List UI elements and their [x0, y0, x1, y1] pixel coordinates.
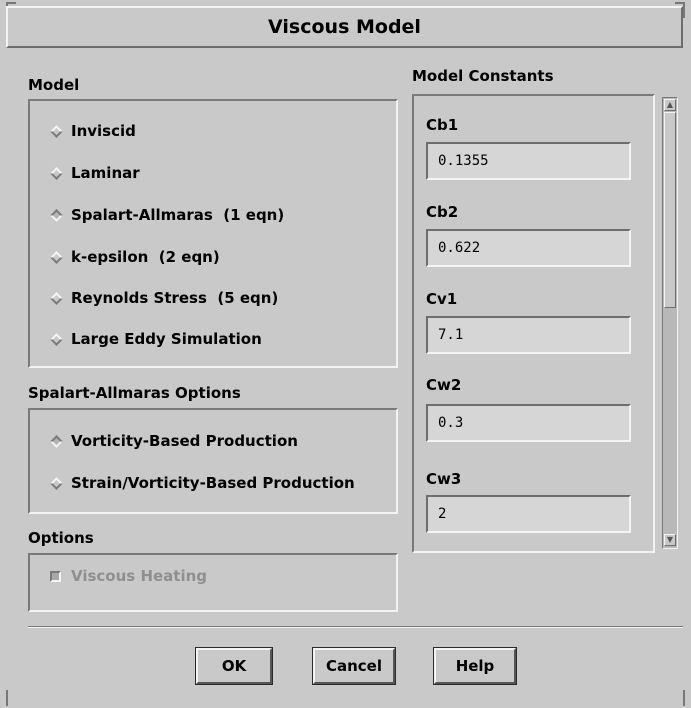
- sa-options-section-label: Spalart-Allmaras Options: [28, 384, 241, 402]
- radio-label: Strain/Vorticity-Based Production: [71, 474, 355, 492]
- radio-indicator-icon: [50, 166, 63, 180]
- window-frame-corner-bottom-right: [683, 690, 685, 706]
- constants-scrollbar[interactable]: ▲ ▼: [662, 97, 678, 549]
- options-section-label: Options: [28, 529, 94, 547]
- radio-indicator-icon: [50, 332, 63, 346]
- radio-label: k-epsilon (2 eqn): [71, 248, 220, 266]
- constant-input-cw2[interactable]: 0.3: [426, 404, 631, 442]
- model-section-label: Model: [28, 76, 80, 94]
- ok-button[interactable]: OK: [195, 647, 273, 685]
- window-frame-edge-top-left: [6, 2, 16, 4]
- radio-indicator-icon: [50, 124, 63, 138]
- radio-indicator-selected-icon: [50, 208, 63, 222]
- constant-input-cw3[interactable]: 2: [426, 495, 631, 533]
- radio-label: Vorticity-Based Production: [71, 432, 298, 450]
- constant-label-cw2: Cw2: [426, 376, 462, 394]
- radio-vorticity-based-production[interactable]: Vorticity-Based Production: [48, 429, 298, 453]
- radio-laminar[interactable]: Laminar: [48, 161, 140, 185]
- radio-large-eddy-simulation[interactable]: Large Eddy Simulation: [48, 327, 262, 351]
- radio-label: Laminar: [71, 164, 140, 182]
- radio-reynolds-stress[interactable]: Reynolds Stress (5 eqn): [48, 286, 278, 310]
- window-frame-corner-bottom-left: [6, 690, 8, 706]
- constant-label-cb1: Cb1: [426, 116, 459, 134]
- scroll-up-arrow-icon[interactable]: ▲: [664, 99, 676, 111]
- constant-label-cb2: Cb2: [426, 203, 459, 221]
- constant-label-cw3: Cw3: [426, 470, 462, 488]
- viscous-model-dialog: Viscous Model Model Inviscid Laminar Spa…: [0, 0, 691, 708]
- help-button[interactable]: Help: [433, 647, 517, 685]
- scroll-down-arrow-icon[interactable]: ▼: [664, 534, 676, 546]
- title-bar[interactable]: Viscous Model: [6, 6, 683, 48]
- sa-options-radio-group: Vorticity-Based Production Strain/Vortic…: [28, 408, 398, 514]
- radio-indicator-icon: [50, 250, 63, 264]
- checkbox-label: Viscous Heating: [71, 567, 208, 585]
- button-separator: [28, 626, 683, 628]
- viscous-heating-checkbox[interactable]: Viscous Heating: [50, 567, 207, 585]
- model-constants-section-label: Model Constants: [412, 67, 554, 85]
- radio-indicator-selected-icon: [50, 434, 63, 448]
- window-frame-corner-top-right: [683, 2, 685, 18]
- radio-label: Inviscid: [71, 122, 136, 140]
- options-group: Viscous Heating: [28, 553, 398, 612]
- radio-k-epsilon[interactable]: k-epsilon (2 eqn): [48, 245, 220, 269]
- model-radio-group: Inviscid Laminar Spalart-Allmaras (1 eqn…: [28, 99, 398, 368]
- radio-label: Reynolds Stress (5 eqn): [71, 289, 279, 307]
- checkbox-indicator-icon: [50, 570, 61, 582]
- window-title: Viscous Model: [268, 16, 421, 38]
- radio-indicator-icon: [50, 476, 63, 490]
- constant-input-cv1[interactable]: 7.1: [426, 316, 631, 354]
- radio-label: Large Eddy Simulation: [71, 330, 262, 348]
- model-constants-panel: Cb1 0.1355 Cb2 0.622 Cv1 7.1 Cw2 0.3 Cw3…: [412, 94, 655, 553]
- constant-input-cb2[interactable]: 0.622: [426, 229, 631, 267]
- radio-spalart-allmaras[interactable]: Spalart-Allmaras (1 eqn): [48, 203, 284, 227]
- radio-strain-vorticity-based-production[interactable]: Strain/Vorticity-Based Production: [48, 471, 355, 495]
- radio-inviscid[interactable]: Inviscid: [48, 119, 136, 143]
- constant-label-cv1: Cv1: [426, 290, 458, 308]
- radio-label: Spalart-Allmaras (1 eqn): [71, 206, 285, 224]
- scrollbar-thumb[interactable]: [664, 112, 676, 308]
- cancel-button[interactable]: Cancel: [312, 647, 396, 685]
- constant-input-cb1[interactable]: 0.1355: [426, 142, 631, 180]
- radio-indicator-icon: [50, 291, 63, 305]
